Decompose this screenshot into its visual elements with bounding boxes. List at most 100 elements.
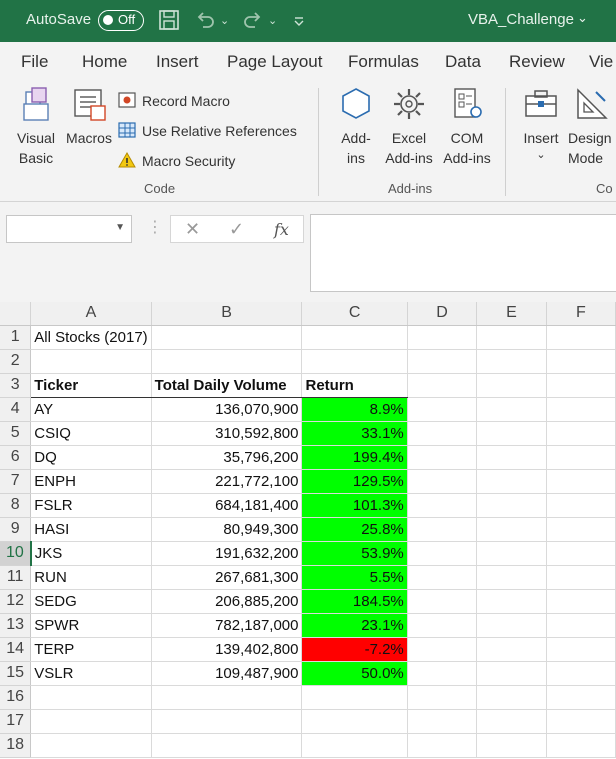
cell-d17[interactable] bbox=[407, 709, 478, 734]
cell-f15[interactable] bbox=[546, 661, 616, 686]
cell-c14[interactable]: -7.2% bbox=[301, 637, 408, 662]
row-header[interactable]: 8 bbox=[0, 493, 32, 518]
save-icon[interactable] bbox=[158, 9, 180, 33]
cell-f4[interactable] bbox=[546, 397, 616, 422]
cell-c12[interactable]: 184.5% bbox=[301, 589, 408, 614]
insert-function-icon[interactable]: fx bbox=[274, 220, 289, 239]
cell-b7[interactable]: 221,772,100 bbox=[151, 469, 303, 494]
formula-input[interactable] bbox=[310, 214, 616, 292]
redo-dropdown-icon[interactable]: ⌄ bbox=[268, 9, 277, 33]
cell-b18[interactable] bbox=[151, 733, 303, 758]
cell-e8[interactable] bbox=[476, 493, 547, 518]
row-header[interactable]: 18 bbox=[0, 733, 32, 758]
redo-icon[interactable] bbox=[242, 9, 264, 33]
cell-f5[interactable] bbox=[546, 421, 616, 446]
cell-b8[interactable]: 684,181,400 bbox=[151, 493, 303, 518]
enter-icon[interactable]: ✓ bbox=[229, 219, 244, 240]
column-header[interactable]: E bbox=[476, 302, 547, 326]
cell-e1[interactable] bbox=[476, 325, 547, 350]
cell-e11[interactable] bbox=[476, 565, 547, 590]
cell-a7[interactable]: ENPH bbox=[30, 469, 152, 494]
cell-f18[interactable] bbox=[546, 733, 616, 758]
cell-d9[interactable] bbox=[407, 517, 478, 542]
cell-e5[interactable] bbox=[476, 421, 547, 446]
use-relative-references-button[interactable]: Use Relative References bbox=[118, 120, 297, 142]
cell-b10[interactable]: 191,632,200 bbox=[151, 541, 303, 566]
tab-formulas[interactable]: Formulas bbox=[348, 52, 419, 72]
row-header[interactable]: 12 bbox=[0, 589, 32, 614]
cell-f3[interactable] bbox=[546, 373, 616, 398]
cell-a15[interactable]: VSLR bbox=[30, 661, 152, 686]
cell-f16[interactable] bbox=[546, 685, 616, 710]
cell-a5[interactable]: CSIQ bbox=[30, 421, 152, 446]
cell-e14[interactable] bbox=[476, 637, 547, 662]
cell-f1[interactable] bbox=[546, 325, 616, 350]
addins-button[interactable]: Add- ins bbox=[334, 86, 378, 168]
cell-f9[interactable] bbox=[546, 517, 616, 542]
cell-d5[interactable] bbox=[407, 421, 478, 446]
cell-d18[interactable] bbox=[407, 733, 478, 758]
tab-page-layout[interactable]: Page Layout bbox=[227, 52, 322, 72]
row-header[interactable]: 17 bbox=[0, 709, 32, 734]
com-addins-button[interactable]: COM Add-ins bbox=[438, 86, 496, 168]
column-header[interactable]: B bbox=[151, 302, 303, 326]
row-header[interactable]: 13 bbox=[0, 613, 32, 638]
cell-d6[interactable] bbox=[407, 445, 478, 470]
insert-control-button[interactable]: Insert ⌄ bbox=[517, 86, 565, 162]
cell-d3[interactable] bbox=[407, 373, 478, 398]
cell-f17[interactable] bbox=[546, 709, 616, 734]
cell-f12[interactable] bbox=[546, 589, 616, 614]
cell-b12[interactable]: 206,885,200 bbox=[151, 589, 303, 614]
undo-dropdown-icon[interactable]: ⌄ bbox=[220, 9, 229, 33]
cell-a14[interactable]: TERP bbox=[30, 637, 152, 662]
cell-c18[interactable] bbox=[301, 733, 408, 758]
cell-a6[interactable]: DQ bbox=[30, 445, 152, 470]
cell-a16[interactable] bbox=[30, 685, 152, 710]
row-header[interactable]: 14 bbox=[0, 637, 32, 662]
tab-home[interactable]: Home bbox=[82, 52, 127, 72]
macro-security-button[interactable]: Macro Security bbox=[118, 150, 235, 172]
cell-c17[interactable] bbox=[301, 709, 408, 734]
cell-c8[interactable]: 101.3% bbox=[301, 493, 408, 518]
cell-a12[interactable]: SEDG bbox=[30, 589, 152, 614]
cell-a1[interactable]: All Stocks (2017) bbox=[30, 325, 152, 350]
row-header[interactable]: 6 bbox=[0, 445, 32, 470]
cell-f14[interactable] bbox=[546, 637, 616, 662]
row-header[interactable]: 2 bbox=[0, 349, 32, 374]
cell-a17[interactable] bbox=[30, 709, 152, 734]
cell-c13[interactable]: 23.1% bbox=[301, 613, 408, 638]
cell-b13[interactable]: 782,187,000 bbox=[151, 613, 303, 638]
cell-e2[interactable] bbox=[476, 349, 547, 374]
cell-f7[interactable] bbox=[546, 469, 616, 494]
cell-a13[interactable]: SPWR bbox=[30, 613, 152, 638]
cell-e12[interactable] bbox=[476, 589, 547, 614]
cell-c4[interactable]: 8.9% bbox=[301, 397, 408, 422]
cell-d1[interactable] bbox=[407, 325, 478, 350]
cell-e18[interactable] bbox=[476, 733, 547, 758]
cell-e6[interactable] bbox=[476, 445, 547, 470]
cell-d16[interactable] bbox=[407, 685, 478, 710]
cell-b1[interactable] bbox=[151, 325, 303, 350]
cell-f6[interactable] bbox=[546, 445, 616, 470]
cell-b5[interactable]: 310,592,800 bbox=[151, 421, 303, 446]
row-header[interactable]: 1 bbox=[0, 325, 32, 350]
cell-f11[interactable] bbox=[546, 565, 616, 590]
tab-insert[interactable]: Insert bbox=[156, 52, 199, 72]
cell-c7[interactable]: 129.5% bbox=[301, 469, 408, 494]
select-all-corner[interactable] bbox=[0, 302, 32, 326]
row-header[interactable]: 15 bbox=[0, 661, 32, 686]
cell-a18[interactable] bbox=[30, 733, 152, 758]
cell-e17[interactable] bbox=[476, 709, 547, 734]
row-header[interactable]: 7 bbox=[0, 469, 32, 494]
cell-e3[interactable] bbox=[476, 373, 547, 398]
cell-b15[interactable]: 109,487,900 bbox=[151, 661, 303, 686]
row-header[interactable]: 3 bbox=[0, 373, 32, 398]
cell-c15[interactable]: 50.0% bbox=[301, 661, 408, 686]
cell-e4[interactable] bbox=[476, 397, 547, 422]
cell-c10[interactable]: 53.9% bbox=[301, 541, 408, 566]
cell-c1[interactable] bbox=[301, 325, 408, 350]
cell-b11[interactable]: 267,681,300 bbox=[151, 565, 303, 590]
cell-a10[interactable]: JKS bbox=[30, 541, 152, 566]
cell-e7[interactable] bbox=[476, 469, 547, 494]
tab-data[interactable]: Data bbox=[445, 52, 481, 72]
